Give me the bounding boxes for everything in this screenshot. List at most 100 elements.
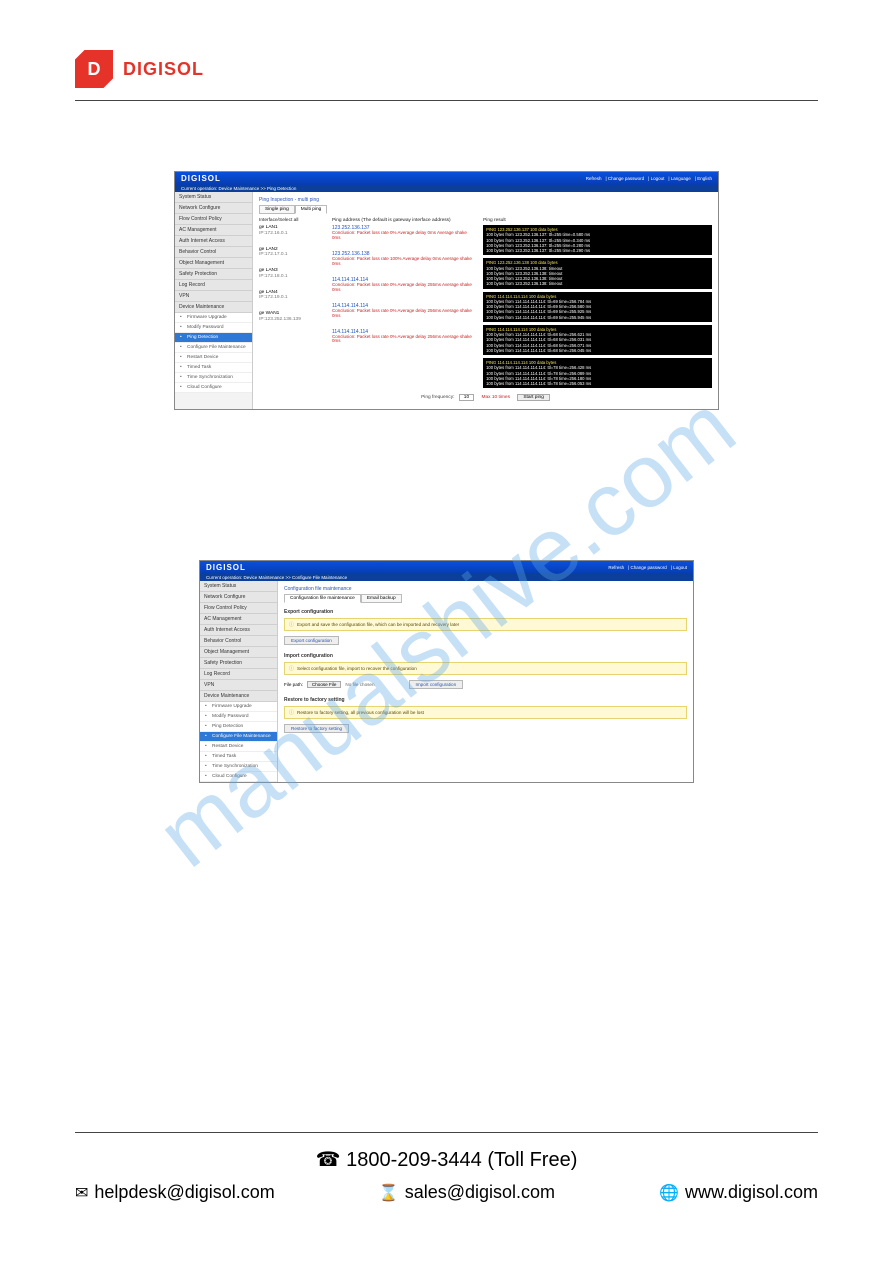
ping-result-terminal: PING 114.114.114.114 100 data bytes100 b…	[483, 325, 712, 355]
sidebar-category[interactable]: Log Record	[200, 669, 277, 680]
mail-icon: ✉	[75, 1183, 88, 1203]
sidebar-category[interactable]: Network Configure	[200, 592, 277, 603]
top-link[interactable]: Refresh	[586, 176, 602, 181]
top-link[interactable]: Refresh	[608, 565, 624, 570]
sidebar-category[interactable]: Safety Protection	[200, 658, 277, 669]
app-topbar: DIGISOL Refresh| Change password| Logout…	[175, 172, 718, 185]
sidebar-category[interactable]: Flow Control Policy	[175, 214, 252, 225]
sidebar-category[interactable]: AC Management	[200, 614, 277, 625]
breadcrumb: Current operation: Device Maintenance >>…	[175, 185, 718, 192]
top-link[interactable]: | Logout	[648, 176, 664, 181]
sidebar-category[interactable]: Device Maintenance	[200, 691, 277, 702]
sidebar-subitem[interactable]: Timed Task	[200, 752, 277, 762]
sidebar-category[interactable]: System Status	[175, 192, 252, 203]
sales-email: ⌛sales@digisol.com	[379, 1182, 555, 1203]
ping-address-row: 114.114.114.114Conclusion: Packet loss r…	[332, 277, 475, 293]
import-info: Select configuration file, import to rec…	[284, 662, 687, 675]
sidebar-subitem[interactable]: Ping Detection	[200, 722, 277, 732]
sidebar-subitem[interactable]: Configure File Maintenance	[200, 732, 277, 742]
page-title: Ping Inspection - multi ping	[259, 197, 712, 203]
ping-frequency-label: Ping frequency:	[421, 395, 454, 400]
ping-result-terminal: PING 114.114.114.114 100 data bytes100 b…	[483, 292, 712, 322]
sidebar-subitem[interactable]: Timed Task	[175, 363, 252, 373]
tabs: Configuration file maintenance Email bac…	[284, 594, 687, 603]
sidebar-subitem[interactable]: Configure File Maintenance	[175, 343, 252, 353]
sidebar-category[interactable]: Auth Internet Access	[175, 236, 252, 247]
tab-config-file[interactable]: Configuration file maintenance	[284, 594, 361, 603]
toll-free: ☎ 1800-209-3444 (Toll Free)	[75, 1147, 818, 1172]
interface-row: ge LAN2IP:172.17.0.1	[259, 247, 324, 259]
sidebar-subitem[interactable]: Firmware Upgrade	[175, 313, 252, 323]
import-configuration-button[interactable]: Import configuration	[409, 680, 464, 689]
sidebar-category[interactable]: VPN	[175, 291, 252, 302]
ping-result-terminal: PING 123.252.136.137 100 data bytes100 b…	[483, 225, 712, 255]
restore-section-title: Restore to factory setting	[284, 697, 687, 703]
top-links: Refresh| Change password | Logout | Langua…	[586, 176, 712, 181]
ping-frequency-input[interactable]: 10	[459, 394, 474, 401]
ping-frequency-max: Max 10 times	[481, 395, 510, 400]
sidebar-category[interactable]: Device Maintenance	[175, 302, 252, 313]
sidebar-subitem[interactable]: Cloud Configure	[200, 772, 277, 782]
sidebar-subitem[interactable]: Restart Device	[200, 742, 277, 752]
sidebar-category[interactable]: VPN	[200, 680, 277, 691]
top-link[interactable]: | Logout	[671, 565, 687, 570]
sidebar-subitem[interactable]: Modify Password	[200, 712, 277, 722]
tab-email-backup[interactable]: Email backup	[361, 594, 402, 603]
sidebar-category[interactable]: Auth Internet Access	[200, 625, 277, 636]
sidebar-category[interactable]: Network Configure	[175, 203, 252, 214]
sidebar-subitem[interactable]: Modify Password	[175, 323, 252, 333]
breadcrumb: Current operation: Device Maintenance >>…	[200, 574, 693, 581]
ping-address-row: 114.114.114.114Conclusion: Packet loss r…	[332, 329, 475, 345]
top-link[interactable]: | English	[695, 176, 712, 181]
sidebar-subitem[interactable]: Time Synchronization	[200, 762, 277, 772]
import-section-title: Import configuration	[284, 653, 687, 659]
file-path-label: File path:	[284, 682, 303, 687]
export-configuration-button[interactable]: Export configuration	[284, 636, 339, 645]
sidebar-category[interactable]: Log Record	[175, 280, 252, 291]
website: 🌐www.digisol.com	[659, 1182, 818, 1203]
col-interface-header: Interface/Select all	[259, 218, 324, 223]
restore-factory-button[interactable]: Restore to factory setting	[284, 724, 349, 733]
header-logo: D DIGISOL	[75, 50, 818, 88]
start-ping-button[interactable]: Start ping	[517, 394, 550, 401]
interface-row: ge LAN1IP:172.16.0.1	[259, 225, 324, 237]
tab-single-ping[interactable]: Single ping	[259, 205, 295, 214]
export-section-title: Export configuration	[284, 609, 687, 615]
page-footer: ☎ 1800-209-3444 (Toll Free) ✉helpdesk@di…	[75, 1132, 818, 1203]
choose-file-button[interactable]: Choose File	[307, 681, 342, 688]
sidebar-subitem[interactable]: Restart Device	[175, 353, 252, 363]
sidebar-category[interactable]: Object Management	[175, 258, 252, 269]
sidebar-category[interactable]: Behavior Control	[175, 247, 252, 258]
sidebar: System StatusNetwork ConfigureFlow Contr…	[175, 192, 253, 409]
ping-result-terminal: PING 114.114.114.114 100 data bytes100 b…	[483, 358, 712, 388]
sidebar-category[interactable]: Flow Control Policy	[200, 603, 277, 614]
sidebar-category[interactable]: Safety Protection	[175, 269, 252, 280]
no-file-chosen: No file chosen	[345, 682, 374, 687]
interface-row: ge LAN3IP:172.18.0.1	[259, 268, 324, 280]
sidebar-subitem[interactable]: Ping Detection	[175, 333, 252, 343]
sidebar-subitem[interactable]: Firmware Upgrade	[200, 702, 277, 712]
top-links: Refresh | Change password | Logout	[608, 565, 687, 570]
top-link[interactable]: | Change password	[605, 176, 644, 181]
sidebar-subitem[interactable]: Cloud Configure	[175, 383, 252, 393]
export-info: Export and save the configuration file, …	[284, 618, 687, 631]
top-link[interactable]: | Change password	[628, 565, 667, 570]
logo-text: DIGISOL	[123, 59, 204, 80]
ping-frequency-bar: Ping frequency: 10 Max 10 times Start pi…	[259, 391, 712, 406]
sidebar-subitem[interactable]: Time Synchronization	[175, 373, 252, 383]
helpdesk-email: ✉helpdesk@digisol.com	[75, 1182, 275, 1203]
sidebar: System StatusNetwork ConfigureFlow Contr…	[200, 581, 278, 782]
interface-row: ge WAN1IP:123.252.136.139	[259, 311, 324, 323]
app-topbar: DIGISOL Refresh| Change password| Logout	[200, 561, 693, 574]
tabs: Single ping Multi ping	[259, 205, 712, 214]
restore-info: Restore to factory setting, all previous…	[284, 706, 687, 719]
page-title: Configuration file maintenance	[284, 586, 687, 592]
ping-result-terminal: PING 123.252.136.138 100 data bytes100 b…	[483, 258, 712, 288]
logo-icon: D	[75, 50, 113, 88]
top-link[interactable]: | Language	[668, 176, 690, 181]
sidebar-category[interactable]: Behavior Control	[200, 636, 277, 647]
sidebar-category[interactable]: AC Management	[175, 225, 252, 236]
sidebar-category[interactable]: System Status	[200, 581, 277, 592]
sidebar-category[interactable]: Object Management	[200, 647, 277, 658]
tab-multi-ping[interactable]: Multi ping	[295, 205, 328, 214]
